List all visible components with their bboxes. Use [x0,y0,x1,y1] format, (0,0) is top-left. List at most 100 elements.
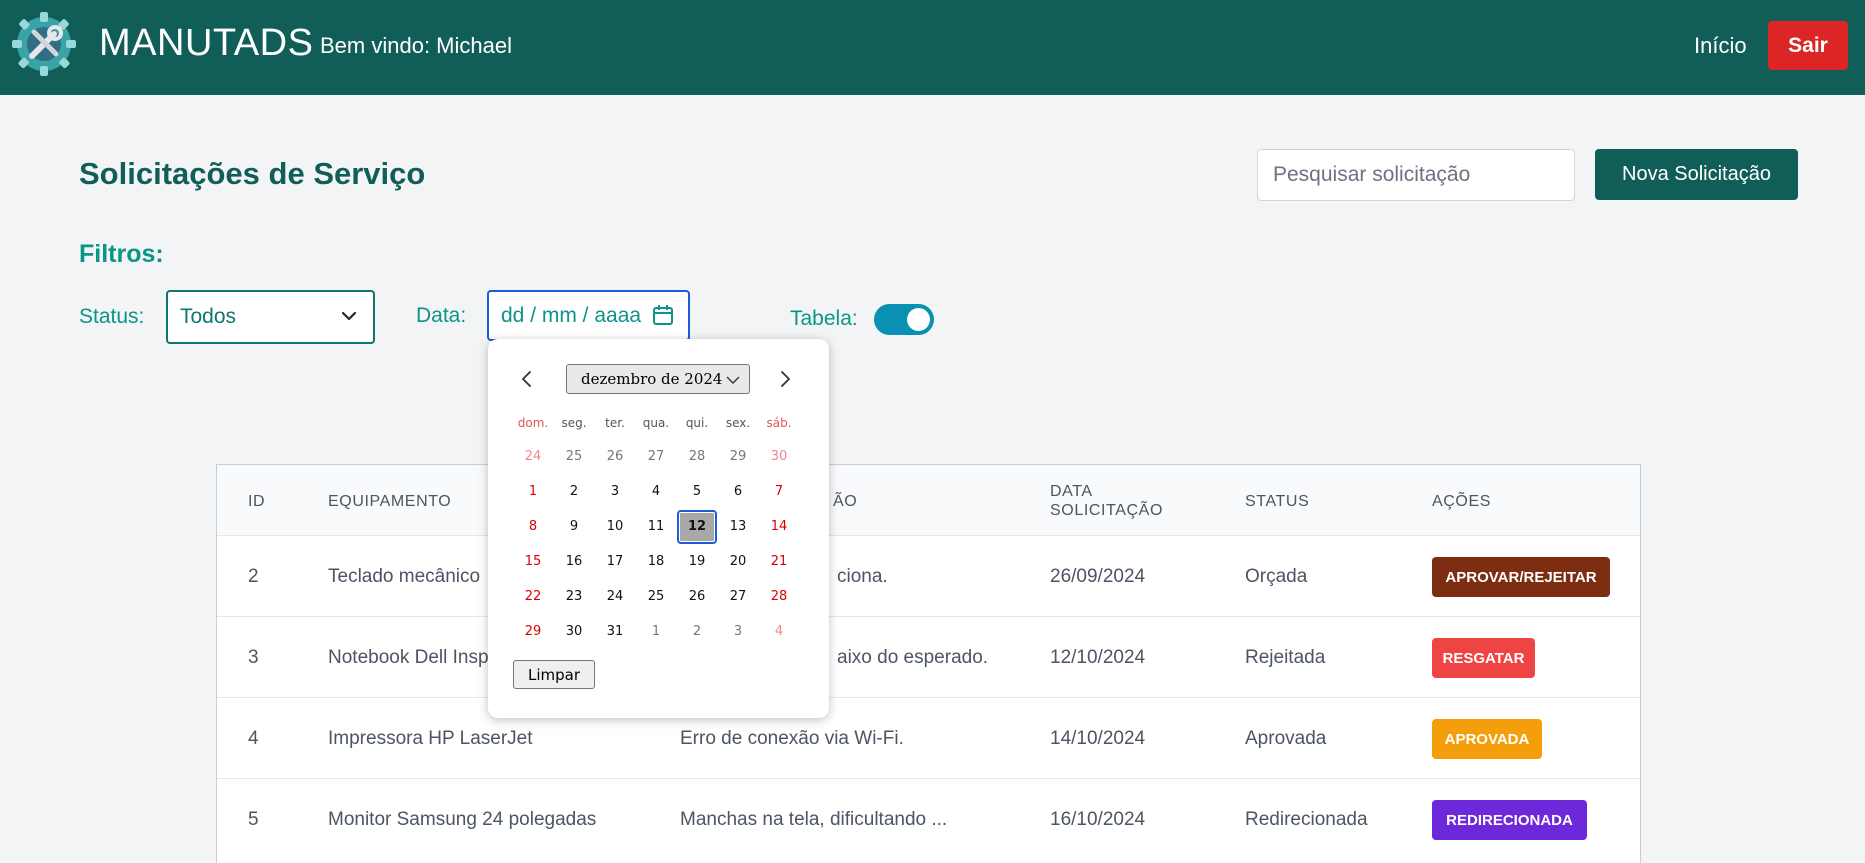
cell-equipment: Impressora HP LaserJet [328,728,533,749]
calendar-day[interactable]: 6 [720,480,756,504]
cell-equipment: Teclado mecânico [328,566,481,587]
cell-id: 5 [248,809,259,830]
date-picker-popup: dezembro de 2024 dom. seg. ter. qua. qui… [488,339,829,718]
calendar-day[interactable]: 8 [515,515,551,539]
calendar-day[interactable]: 24 [597,585,633,609]
search-input[interactable] [1257,149,1575,201]
status-select-value: Todos [180,305,237,328]
chevron-left-icon[interactable] [516,368,538,390]
cell-description: ciona. [837,566,888,587]
cell-id: 3 [248,647,259,668]
table-header: ID EQUIPAMENTO ÃO DATA SOLICITAÇÃO STATU… [217,465,1640,535]
clear-date-button[interactable]: Limpar [513,660,595,689]
calendar-day[interactable]: 7 [761,480,797,504]
calendar-icon[interactable] [652,304,674,326]
calendar-day[interactable]: 25 [638,585,674,609]
calendar-day[interactable]: 29 [720,445,756,469]
calendar-day[interactable]: 20 [720,550,756,574]
table-row: 4 Impressora HP LaserJet Erro de conexão… [217,697,1640,778]
calendar-day[interactable]: 25 [556,445,592,469]
weekday-label: qua. [642,416,670,430]
calendar-day[interactable]: 21 [761,550,797,574]
calendar-day[interactable]: 16 [556,550,592,574]
calendar-day[interactable]: 5 [679,480,715,504]
date-filter-label: Data: [416,304,467,327]
col-date-line2: SOLICITAÇÃO [1050,502,1163,519]
weekday-label: qui. [685,416,709,430]
col-date-line1: DATA [1050,483,1093,500]
cell-status: Aprovada [1245,728,1327,749]
calendar-day[interactable]: 31 [597,620,633,644]
weekday-label: sáb. [766,416,792,430]
chevron-down-icon [726,376,740,384]
calendar-day[interactable]: 4 [638,480,674,504]
rescue-button[interactable]: RESGATAR [1432,638,1535,678]
table-toggle-label: Tabela: [790,307,858,330]
cell-date: 16/10/2024 [1050,809,1146,830]
calendar-day[interactable]: 4 [761,620,797,644]
calendar-day[interactable]: 2 [679,620,715,644]
table-view-toggle[interactable] [874,304,934,335]
col-status: STATUS [1245,493,1310,510]
calendar-day[interactable]: 27 [720,585,756,609]
approved-button[interactable]: APROVADA [1432,719,1542,759]
month-year-select[interactable]: dezembro de 2024 [566,364,750,394]
calendar-day[interactable]: 27 [638,445,674,469]
calendar-day[interactable]: 24 [515,445,551,469]
calendar-day[interactable]: 19 [679,550,715,574]
calendar-day[interactable]: 30 [761,445,797,469]
cell-status: Redirecionada [1245,809,1368,830]
calendar-day[interactable]: 10 [597,515,633,539]
calendar-day[interactable]: 13 [720,515,756,539]
calendar-day[interactable]: 29 [515,620,551,644]
calendar-day[interactable]: 18 [638,550,674,574]
status-select[interactable]: Todos [166,290,375,344]
calendar-day[interactable]: 1 [515,480,551,504]
status-filter-label: Status: [79,305,145,328]
calendar-day[interactable]: 26 [679,585,715,609]
approve-reject-button[interactable]: APROVAR/REJEITAR [1432,557,1610,597]
col-actions: AÇÕES [1432,493,1492,510]
calendar-day[interactable]: 28 [761,585,797,609]
calendar-day[interactable]: 15 [515,550,551,574]
cell-status: Rejeitada [1245,647,1326,668]
calendar-day[interactable]: 22 [515,585,551,609]
month-year-value: dezembro de 2024 [581,370,723,388]
logout-button[interactable]: Sair [1768,21,1848,70]
calendar-day[interactable]: 2 [556,480,592,504]
nav-home-link[interactable]: Início [1694,33,1747,59]
date-input[interactable]: dd / mm / aaaa [487,290,690,341]
filters-title: Filtros: [79,240,164,268]
calendar-day[interactable]: 30 [556,620,592,644]
chevron-right-icon[interactable] [774,368,796,390]
calendar-day[interactable]: 3 [597,480,633,504]
table-row: 5 Monitor Samsung 24 polegadas Manchas n… [217,778,1640,859]
calendar-day[interactable]: 3 [720,620,756,644]
calendar-day[interactable]: 1 [638,620,674,644]
weekday-label: dom. [517,416,549,430]
new-request-button[interactable]: Nova Solicitação [1595,149,1798,200]
calendar-day[interactable]: 11 [638,515,674,539]
calendar-day[interactable]: 14 [761,515,797,539]
chevron-down-icon [341,311,357,321]
calendar-day[interactable]: 23 [556,585,592,609]
brand-name: MANUTADS [99,22,314,64]
redirected-button[interactable]: REDIRECIONADA [1432,800,1587,840]
col-equipment: EQUIPAMENTO [328,493,452,510]
calendar-day[interactable]: 17 [597,550,633,574]
top-navbar: MANUTADS Bem vindo: Michael Início Sair [0,0,1865,95]
table-row: 2 Teclado mecânico ciona. 26/09/2024 Orç… [217,535,1640,616]
cell-date: 26/09/2024 [1050,566,1146,587]
calendar-day[interactable]: 26 [597,445,633,469]
col-date: DATA SOLICITAÇÃO [1050,482,1163,520]
calendar-day[interactable]: 28 [679,445,715,469]
cell-equipment: Notebook Dell Insp [328,647,489,668]
date-placeholder: dd / mm / aaaa [501,303,642,327]
cell-equipment: Monitor Samsung 24 polegadas [328,809,597,830]
calendar-day[interactable]: 9 [556,515,592,539]
weekday-label: ter. [605,416,625,430]
calendar-day[interactable]: 12 [677,510,717,544]
welcome-text: Bem vindo: Michael [320,33,512,58]
cell-description: aixo do esperado. [837,647,989,668]
page-title: Solicitações de Serviço [79,156,426,191]
